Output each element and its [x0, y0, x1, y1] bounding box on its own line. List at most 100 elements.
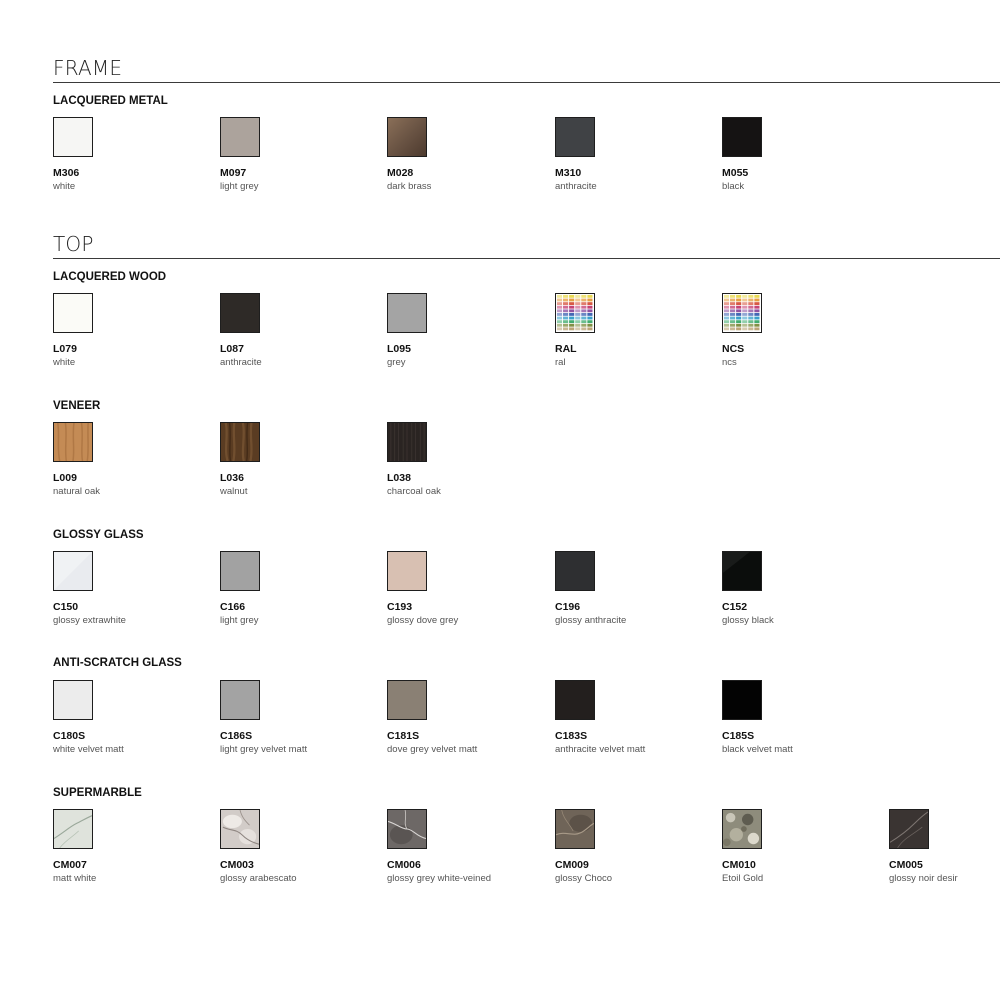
finish-code: C180S	[53, 730, 86, 742]
finish-code: CM007	[53, 859, 87, 871]
finish-swatch-m097[interactable]	[220, 117, 260, 157]
finish-swatch-c152[interactable]	[722, 551, 762, 591]
finish-name: dark brass	[387, 181, 432, 192]
finish-name: glossy anthracite	[555, 615, 627, 626]
finish-swatch-l095[interactable]	[387, 293, 427, 333]
finish-code: CM009	[555, 859, 589, 871]
marble-icon	[890, 810, 928, 848]
finish-swatch-l036[interactable]	[220, 422, 260, 462]
finish-name: glossy arabescato	[220, 873, 297, 884]
finish-code: CM006	[387, 859, 421, 871]
finish-swatch-cm006[interactable]	[387, 809, 427, 849]
finish-code: M055	[722, 167, 749, 179]
finish-name: anthracite	[220, 357, 262, 368]
finish-code: L036	[220, 472, 244, 484]
finish-name: white	[53, 357, 76, 368]
group-title-lacquered-metal: LACQUERED METAL	[53, 95, 168, 107]
finish-code: L009	[53, 472, 77, 484]
finish-code: CM003	[220, 859, 254, 871]
finish-swatch-c193[interactable]	[387, 551, 427, 591]
finish-swatch-c196[interactable]	[555, 551, 595, 591]
finish-swatch-c166[interactable]	[220, 551, 260, 591]
finish-swatch-l087[interactable]	[220, 293, 260, 333]
marble-icon	[723, 810, 761, 848]
finish-name: charcoal oak	[387, 486, 441, 497]
marble-icon	[54, 810, 92, 848]
finish-name: black	[722, 181, 745, 192]
group-title-glossy-glass: GLOSSY GLASS	[53, 529, 144, 541]
finish-code: M306	[53, 167, 80, 179]
finish-code: CM005	[889, 859, 923, 871]
finish-code: NCS	[722, 343, 745, 355]
finish-swatch-cm003[interactable]	[220, 809, 260, 849]
finish-swatch-c183s[interactable]	[555, 680, 595, 720]
finish-code: C196	[555, 601, 581, 613]
finish-name: dove grey velvet matt	[387, 744, 478, 755]
color-chart-icon	[723, 294, 761, 332]
finish-code: L038	[387, 472, 411, 484]
finish-swatch-cm010[interactable]	[722, 809, 762, 849]
finish-swatch-cm005[interactable]	[889, 809, 929, 849]
finish-code: L095	[387, 343, 411, 355]
section-divider	[53, 258, 1000, 259]
group-title-supermarble: SUPERMARBLE	[53, 787, 142, 799]
finish-name: glossy grey white-veined	[387, 873, 492, 884]
finish-name: light grey	[220, 615, 259, 626]
finish-swatch-c186s[interactable]	[220, 680, 260, 720]
finish-name: light grey	[220, 181, 259, 192]
finish-code: C186S	[220, 730, 253, 742]
finish-swatch-c150[interactable]	[53, 551, 93, 591]
finish-code: C150	[53, 601, 79, 613]
finish-swatch-c180s[interactable]	[53, 680, 93, 720]
finish-swatch-ncs[interactable]	[722, 293, 762, 333]
finish-code: C152	[722, 601, 748, 613]
finish-code: C181S	[387, 730, 420, 742]
finish-name: anthracite velvet matt	[555, 744, 646, 755]
finish-swatch-l038[interactable]	[387, 422, 427, 462]
finish-code: RAL	[555, 343, 577, 355]
finish-name: white velvet matt	[53, 744, 124, 755]
marble-icon	[556, 810, 594, 848]
marble-icon	[221, 810, 259, 848]
finish-swatch-cm009[interactable]	[555, 809, 595, 849]
section-title-frame: FRAME	[53, 56, 123, 80]
finish-code: M310	[555, 167, 582, 179]
group-title-veneer: VENEER	[53, 400, 101, 412]
wood-grain-icon	[388, 423, 426, 461]
color-chart-icon	[556, 294, 594, 332]
finish-name: ncs	[722, 357, 737, 368]
wood-grain-icon	[54, 423, 92, 461]
wood-grain-icon	[221, 423, 259, 461]
finish-name: glossy black	[722, 615, 774, 626]
finish-name: natural oak	[53, 486, 101, 497]
finish-swatch-m055[interactable]	[722, 117, 762, 157]
finish-name: Etoil Gold	[722, 873, 764, 884]
finish-swatch-l079[interactable]	[53, 293, 93, 333]
marble-icon	[388, 810, 426, 848]
finish-swatch-cm007[interactable]	[53, 809, 93, 849]
finish-code: M028	[387, 167, 414, 179]
finish-name: glossy dove grey	[387, 615, 459, 626]
finish-name: matt white	[53, 873, 97, 884]
finish-swatch-ral[interactable]	[555, 293, 595, 333]
finish-swatch-l009[interactable]	[53, 422, 93, 462]
finish-code: M097	[220, 167, 247, 179]
finish-swatch-c185s[interactable]	[722, 680, 762, 720]
finish-name: light grey velvet matt	[220, 744, 308, 755]
finish-code: C193	[387, 601, 413, 613]
finish-name: glossy extrawhite	[53, 615, 126, 626]
finish-swatch-c181s[interactable]	[387, 680, 427, 720]
group-title-anti-scratch-glass: ANTI-SCRATCH GLASS	[53, 657, 182, 669]
finish-swatch-m028[interactable]	[387, 117, 427, 157]
finish-name: black velvet matt	[722, 744, 793, 755]
section-title-top: TOP	[53, 232, 94, 256]
finish-name: walnut	[220, 486, 248, 497]
finish-code: C185S	[722, 730, 755, 742]
finish-name: glossy noir desir	[889, 873, 958, 884]
group-title-lacquered-wood: LACQUERED WOOD	[53, 271, 167, 283]
section-divider	[53, 82, 1000, 83]
finish-code: C183S	[555, 730, 588, 742]
finish-swatch-m306[interactable]	[53, 117, 93, 157]
finish-swatch-m310[interactable]	[555, 117, 595, 157]
finish-name: ral	[555, 357, 566, 368]
